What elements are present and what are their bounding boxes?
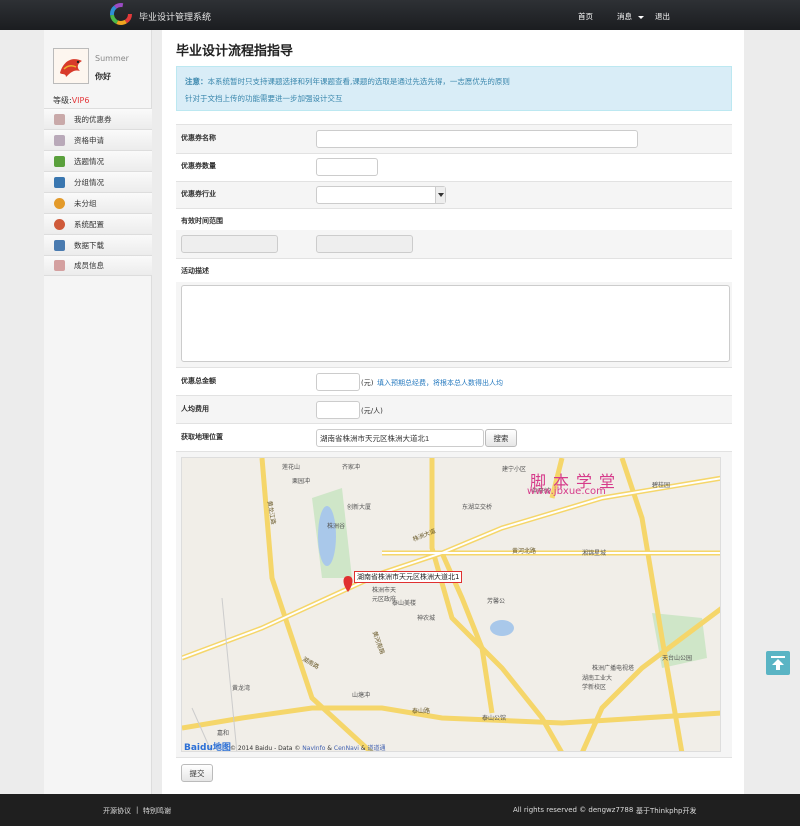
level-value: VIP6 [71, 96, 90, 105]
page-title: 毕业设计流程指指导 [176, 44, 294, 59]
coupon-icon [54, 113, 65, 125]
sidebar-item-label: 成员信息 [74, 261, 104, 270]
nav-home-link[interactable]: 首页 [578, 11, 593, 22]
sidebar-item-label: 分组情况 [74, 177, 104, 187]
sidebar-item-label: 系统配置 [74, 219, 104, 229]
row-description [176, 282, 732, 367]
footer-separator: | [136, 806, 139, 814]
total-amount-input[interactable] [316, 373, 360, 391]
dragon-avatar-icon [54, 49, 88, 83]
alert-line-1: 本系统暂时只支持课题选择和列年课题查看,课题的选取是通过先选先得，一志愿优先的原… [207, 77, 510, 86]
arrow-up-icon [771, 656, 785, 670]
row-description-header: 活动描述 [176, 258, 732, 282]
sidebar-item-groups[interactable]: 分组情况 [44, 171, 152, 192]
map-address-tag: 湖南省株洲市天元区株洲大道北1 [354, 571, 463, 583]
download-icon [54, 239, 65, 251]
notice-alert: 注意：本系统暂时只支持课题选择和列年课题查看,课题的选取是通过先选先得，一志愿优… [176, 66, 732, 111]
copyright-amp-2: & [360, 745, 366, 752]
description-textarea[interactable] [181, 285, 730, 362]
user-name: Summer [95, 54, 129, 63]
row-valid-range-header: 有效时间范围 [176, 208, 732, 230]
row-total-amount: 优惠总金额 (元) 填入预期总经费，将根本总人数得出人均 [176, 367, 732, 395]
sidebar-item-download[interactable]: 数据下载 [44, 234, 152, 255]
app-logo-icon[interactable] [110, 3, 132, 25]
cennavi-link[interactable]: CenNavi [334, 745, 359, 751]
apply-icon [54, 134, 65, 146]
submit-button[interactable]: 提交 [181, 764, 213, 782]
sidebar-item-ungrouped[interactable]: 未分组 [44, 192, 152, 213]
user-greeting: 你好 [95, 72, 111, 81]
row-submit: 提交 [176, 757, 732, 787]
footer-license-link[interactable]: 开源协议 [103, 806, 131, 816]
chevron-down-icon [638, 15, 644, 19]
daodaotong-link[interactable]: 道道通 [368, 745, 386, 751]
coupon-qty-input[interactable] [316, 158, 378, 176]
copyright-prefix: © 2014 Baidu - Data © [230, 745, 301, 752]
total-amount-hint: 填入预期总经费，将根本总人数得出人均 [377, 379, 503, 387]
sidebar-item-my-coupons[interactable]: 我的优惠券 [44, 108, 152, 129]
row-location: 获取地理位置 搜索 [176, 423, 732, 451]
navinfo-link[interactable]: NavInfo [302, 745, 325, 751]
user-level: 等级:VIP6 [53, 95, 89, 106]
sidebar-item-topics[interactable]: 选题情况 [44, 150, 152, 171]
alert-line-2: 针对于文档上传的功能需要进一步加强设计交互 [185, 94, 343, 103]
sidebar-item-apply[interactable]: 资格申请 [44, 129, 152, 150]
industry-label: 优惠券行业 [181, 190, 216, 198]
footer: 开源协议 | 特别鸣谢 All rights reserved © dengwz… [0, 794, 800, 826]
topic-icon [54, 155, 65, 167]
sidebar-item-label: 资格申请 [74, 135, 104, 145]
alert-prefix: 注意： [185, 77, 208, 86]
row-per-person: 人均费用 (元/人) [176, 395, 732, 423]
top-navbar: 毕业设计管理系统 首页 消息 退出 [0, 0, 800, 30]
level-label: 等级: [53, 96, 72, 105]
total-amount-label: 优惠总金额 [181, 377, 216, 385]
nav-messages-dropdown[interactable]: 消息 [617, 11, 644, 22]
industry-select[interactable] [316, 186, 446, 204]
location-label: 获取地理位置 [181, 433, 223, 441]
sidebar-menu: 我的优惠券 资格申请 选题情况 分组情况 未分组 系统配置 数据下载 成员信息 [44, 108, 152, 276]
valid-range-label: 有效时间范围 [181, 217, 223, 225]
baidu-map-logo: Baidu地图 [184, 743, 231, 752]
brand-title[interactable]: 毕业设计管理系统 [139, 10, 211, 23]
footer-rights: All rights reserved © dengwz7788 [513, 806, 634, 814]
valid-start-date-input[interactable] [181, 235, 278, 253]
total-amount-unit: (元) [361, 379, 374, 387]
valid-end-date-input[interactable] [316, 235, 413, 253]
select-arrow-icon [435, 187, 445, 203]
nav-messages-label: 消息 [617, 12, 632, 21]
nav-logout-link[interactable]: 退出 [655, 11, 670, 22]
watermark-url: www.jbxue.com [527, 486, 606, 497]
map-copyright: © 2014 Baidu - Data © NavInfo & CenNavi … [230, 743, 386, 752]
sidebar-item-members[interactable]: 成员信息 [44, 255, 152, 276]
map-view[interactable]: 莲花山 齐家冲 建宁小区 碧桂园 中豪城 东湖立交桥 创新大厦 栗园冲 株洲谷 … [181, 457, 721, 752]
sidebar-item-label: 选题情况 [74, 156, 104, 166]
group-icon [54, 176, 65, 188]
ungrouped-icon [54, 197, 65, 209]
footer-thanks-link[interactable]: 特别鸣谢 [143, 806, 171, 816]
avatar[interactable] [53, 48, 89, 84]
description-label: 活动描述 [181, 267, 209, 275]
sidebar-item-label: 数据下载 [74, 240, 104, 250]
row-coupon-name: 优惠券名称 [176, 124, 732, 153]
settings-icon [54, 218, 65, 230]
members-icon [54, 260, 65, 271]
sidebar-item-label: 未分组 [74, 198, 97, 208]
coupon-name-input[interactable] [316, 130, 638, 148]
coupon-name-label: 优惠券名称 [181, 134, 216, 142]
per-person-unit: (元/人) [361, 407, 383, 415]
location-input[interactable] [316, 429, 484, 447]
search-button[interactable]: 搜索 [485, 429, 517, 447]
sidebar-item-settings[interactable]: 系统配置 [44, 213, 152, 234]
map-roads [182, 458, 720, 751]
per-person-label: 人均费用 [181, 405, 209, 413]
row-valid-range [176, 230, 732, 258]
footer-powered: 基于Thinkphp开发 [636, 807, 697, 815]
copyright-amp: & [327, 745, 332, 752]
row-industry: 优惠券行业 [176, 181, 732, 208]
back-to-top-button[interactable] [766, 651, 790, 675]
coupon-qty-label: 优惠券数量 [181, 162, 216, 170]
per-person-input[interactable] [316, 401, 360, 419]
sidebar-item-label: 我的优惠券 [74, 114, 112, 124]
row-coupon-qty: 优惠券数量 [176, 153, 732, 181]
